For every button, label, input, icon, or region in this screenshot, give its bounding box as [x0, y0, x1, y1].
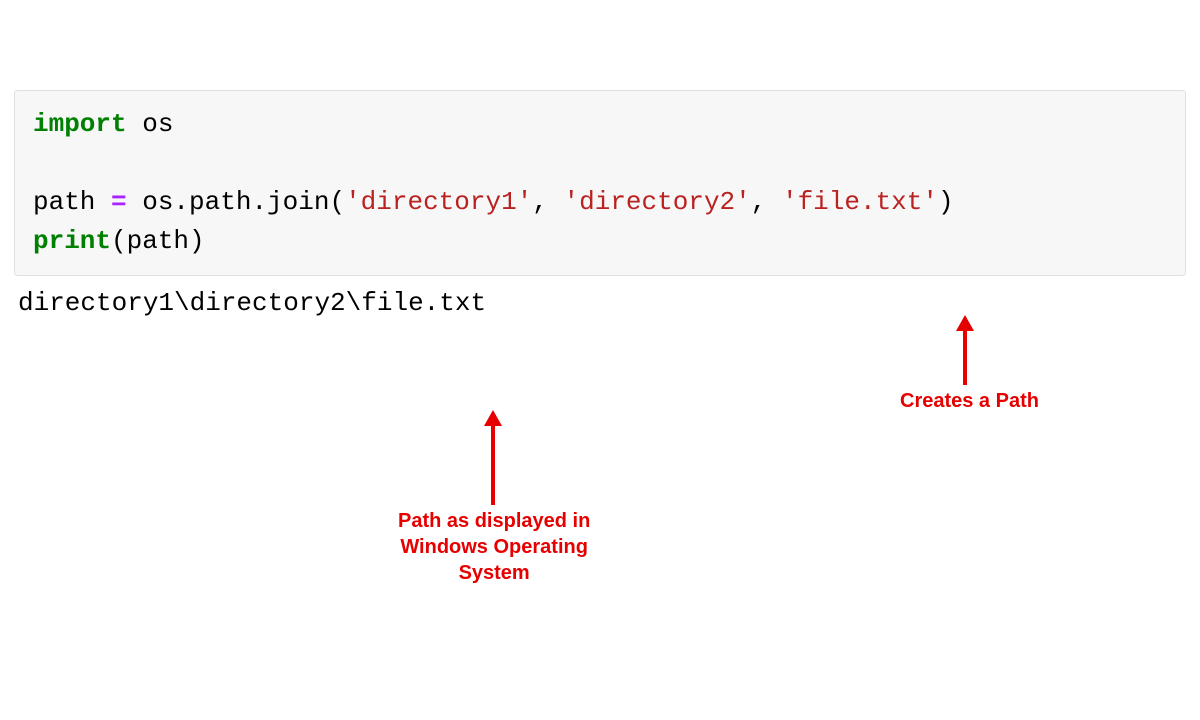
arrow-creates-path	[956, 315, 974, 385]
call-os-path-join: os.path.join(	[127, 187, 345, 217]
paren-close: )	[938, 187, 954, 217]
annotation-windows-path: Path as displayed in Windows Operating S…	[398, 508, 590, 586]
string-directory1: 'directory1'	[345, 187, 532, 217]
string-directory2: 'directory2'	[564, 187, 751, 217]
keyword-import: import	[33, 109, 127, 139]
operator-equals: =	[111, 187, 127, 217]
arrow-windows-path	[484, 410, 502, 505]
variable-path: path	[33, 187, 111, 217]
print-args: (path)	[111, 226, 205, 256]
comma: ,	[751, 187, 782, 217]
code-block: import os path = os.path.join('directory…	[14, 90, 1186, 276]
module-os: os	[127, 109, 174, 139]
comma: ,	[532, 187, 563, 217]
annotation-creates-path: Creates a Path	[900, 388, 1039, 414]
code-output: directory1\directory2\file.txt	[18, 284, 1186, 323]
function-print: print	[33, 226, 111, 256]
string-filetxt: 'file.txt'	[782, 187, 938, 217]
